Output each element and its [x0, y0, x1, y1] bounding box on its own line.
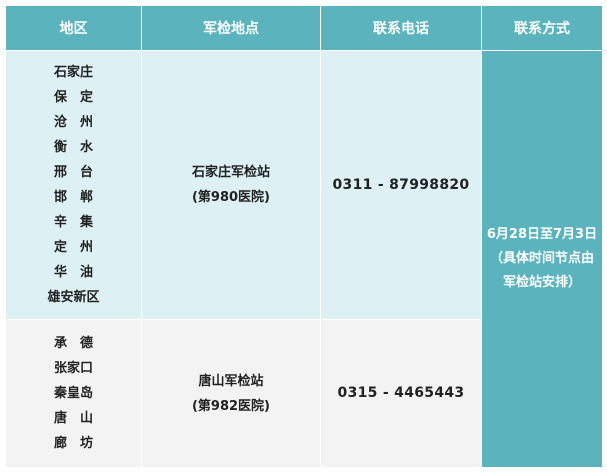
site-cell: 唐山军检站 (第982医院) [141, 319, 321, 468]
site-hospital: (第980医院) [191, 190, 271, 205]
area-name: 石家庄 [53, 65, 93, 80]
area-name: 沧 州 [53, 115, 93, 130]
area-name: 唐 山 [53, 411, 93, 426]
area-name: 邯 郸 [53, 190, 93, 205]
area-name: 廊 坊 [53, 436, 93, 451]
phone-cell: 0311 - 87998820 [320, 50, 482, 320]
military-check-table: 地区 军检地点 联系电话 联系方式 石家庄 保 定 沧 州 衡 水 邢 台 邯 … [5, 5, 603, 468]
contact-date: 6月28日至7月3日 [486, 227, 598, 242]
header-phone: 联系电话 [320, 5, 482, 51]
area-name: 衡 水 [53, 140, 93, 155]
area-name: 辛 集 [53, 215, 93, 230]
header-row: 地区 军检地点 联系电话 联系方式 [5, 5, 603, 51]
area-name: 定 州 [53, 240, 93, 255]
area-name: 张家口 [53, 361, 93, 376]
area-name: 秦皇岛 [53, 386, 93, 401]
site-cell: 石家庄军检站 (第980医院) [141, 50, 321, 320]
header-area: 地区 [5, 5, 142, 51]
contact-cell: 6月28日至7月3日 （具体时间节点由 军检站安排） [481, 50, 603, 468]
page: 地区 军检地点 联系电话 联系方式 石家庄 保 定 沧 州 衡 水 邢 台 邯 … [0, 0, 607, 473]
site-name: 唐山军检站 [198, 373, 264, 389]
area-cell: 承 德 张家口 秦皇岛 唐 山 廊 坊 [5, 319, 142, 468]
phone-cell: 0315 - 4465443 [320, 319, 482, 468]
contact-note: 军检站安排） [502, 275, 581, 290]
header-site: 军检地点 [141, 5, 321, 51]
site-hospital: (第982医院) [191, 398, 271, 414]
area-cell: 石家庄 保 定 沧 州 衡 水 邢 台 邯 郸 辛 集 定 州 华 油 雄安新区 [5, 50, 142, 320]
area-name: 保 定 [53, 90, 93, 105]
area-name: 承 德 [53, 336, 93, 351]
area-name: 华 油 [53, 265, 93, 280]
table-row: 石家庄 保 定 沧 州 衡 水 邢 台 邯 郸 辛 集 定 州 华 油 雄安新区… [5, 50, 603, 468]
site-name: 石家庄军检站 [191, 165, 270, 180]
area-name: 邢 台 [53, 165, 93, 180]
area-name: 雄安新区 [47, 290, 100, 305]
contact-note: （具体时间节点由 [489, 251, 594, 266]
header-contact: 联系方式 [481, 5, 603, 51]
